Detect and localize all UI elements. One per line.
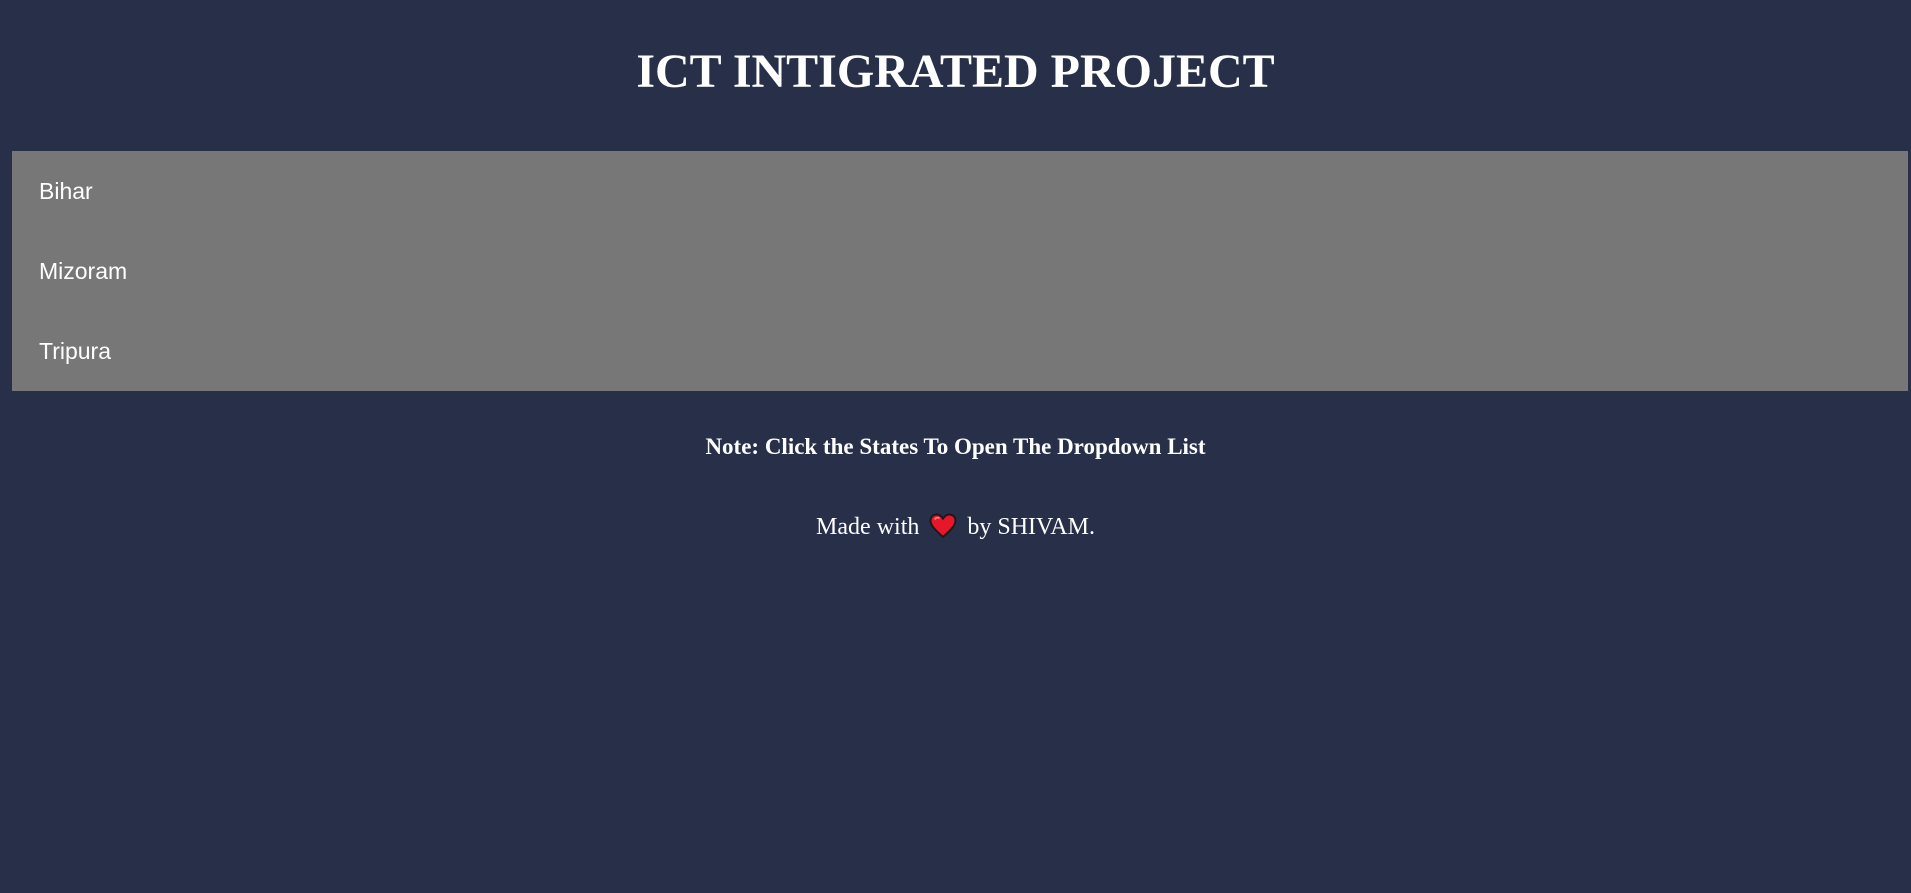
page-title: ICT INTIGRATED PROJECT — [636, 45, 1275, 98]
state-list: Bihar Mizoram Tripura — [12, 151, 1908, 391]
credit-prefix: Made with — [816, 514, 920, 540]
credit-line: Made with by SHIVAM. — [0, 511, 1911, 543]
state-item-bihar[interactable]: Bihar — [12, 151, 1908, 231]
state-item-mizoram[interactable]: Mizoram — [12, 231, 1908, 311]
credit-suffix: by SHIVAM. — [967, 514, 1095, 540]
state-item-tripura[interactable]: Tripura — [12, 311, 1908, 391]
heart-icon — [929, 513, 957, 539]
dropdown-note: Note: Click the States To Open The Dropd… — [705, 434, 1206, 459]
